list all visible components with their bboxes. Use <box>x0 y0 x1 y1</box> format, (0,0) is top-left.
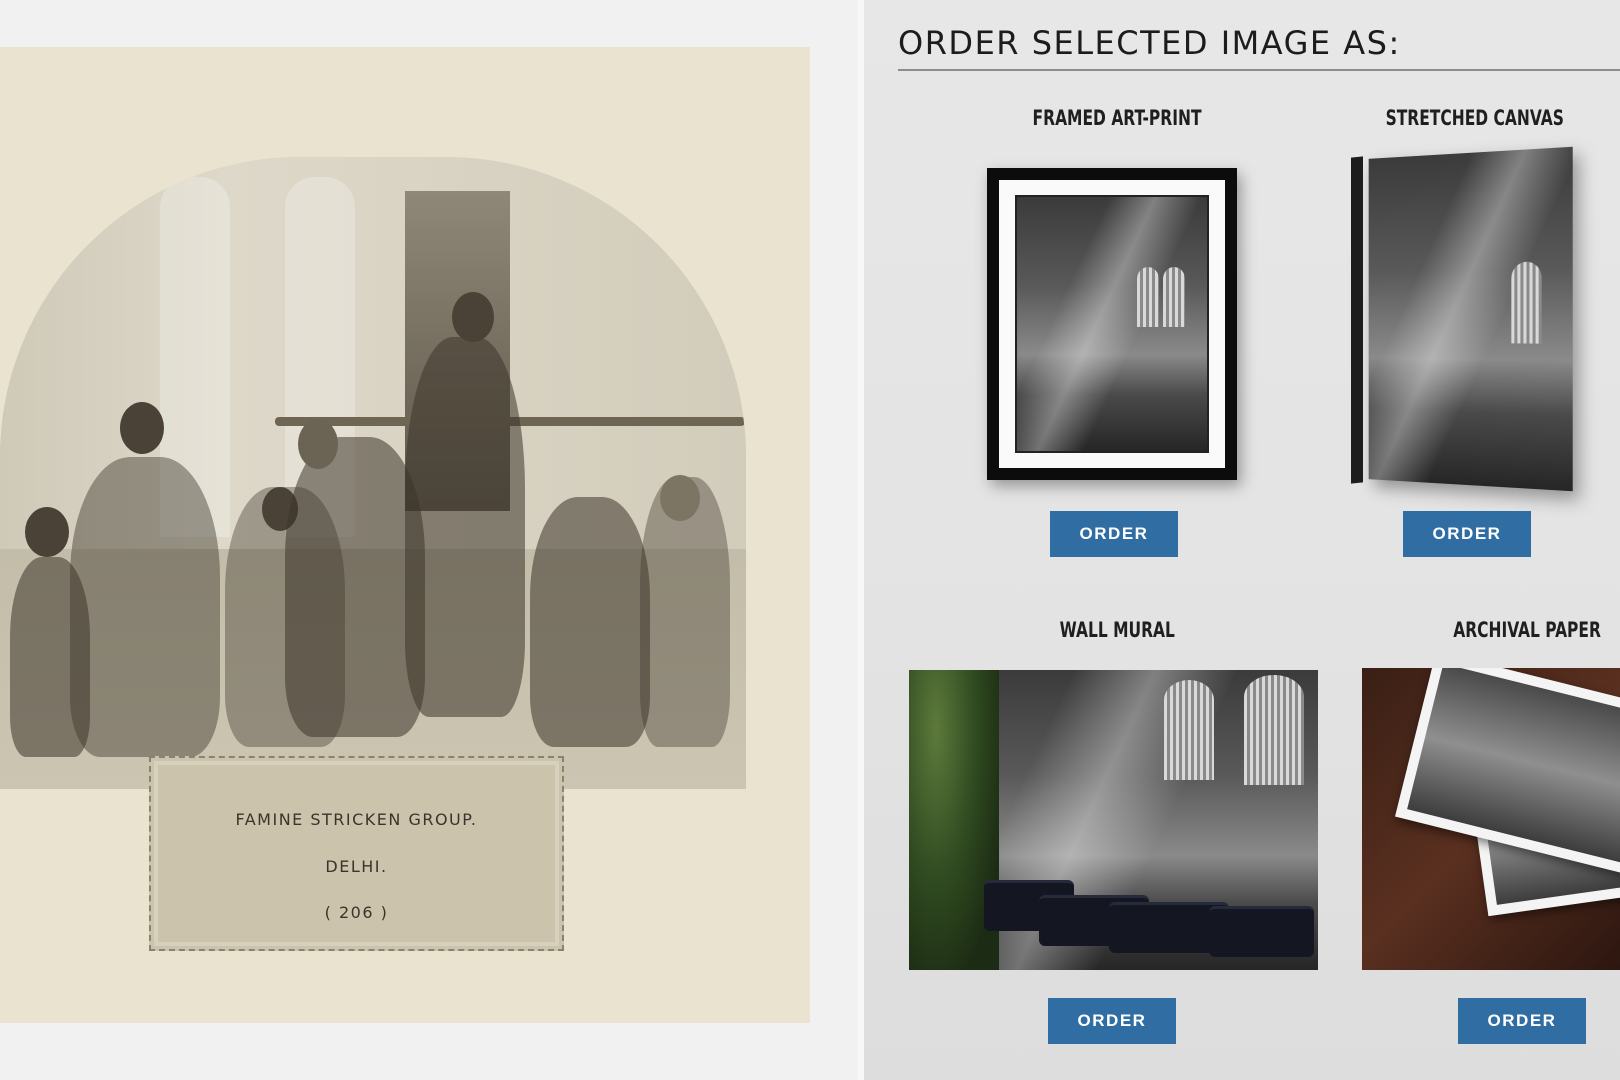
wall-mural-preview[interactable] <box>909 670 1318 970</box>
order-button-stretched-canvas[interactable]: ORDER <box>1403 511 1531 557</box>
photo-figure <box>285 437 425 737</box>
order-options-panel: ORDER SELECTED IMAGE AS: FRAMED ART-PRIN… <box>864 0 1620 1080</box>
photo-figure <box>405 337 525 717</box>
photo-figure-head <box>452 292 494 342</box>
album-page: FAMINE STRICKEN GROUP. DELHI. ( 206 ) <box>0 47 810 1023</box>
product-title-framed-art-print: FRAMED ART-PRINT <box>1032 106 1202 130</box>
order-button-wall-mural[interactable]: ORDER <box>1048 998 1176 1044</box>
station-window <box>1511 261 1542 344</box>
station-window <box>1164 680 1214 780</box>
canvas-edge <box>1351 156 1363 484</box>
photo-caption-card: FAMINE STRICKEN GROUP. DELHI. ( 206 ) <box>149 756 564 951</box>
stretched-canvas-preview[interactable] <box>1368 146 1573 492</box>
archival-paper-preview[interactable] <box>1362 668 1620 970</box>
photo-figure-head <box>298 419 338 469</box>
caption-number: ( 206 ) <box>324 903 389 922</box>
mural-sofa <box>1209 906 1314 957</box>
framed-art-print-preview[interactable] <box>987 168 1237 480</box>
station-window <box>1163 267 1185 327</box>
order-button-archival-paper[interactable]: ORDER <box>1458 998 1586 1044</box>
caption-place: DELHI. <box>325 857 388 876</box>
photo-figure-head <box>25 507 69 557</box>
heading-rule <box>898 69 1620 71</box>
selected-image-panel: FAMINE STRICKEN GROUP. DELHI. ( 206 ) <box>0 0 858 1080</box>
product-title-archival-paper: ARCHIVAL PAPER <box>1453 618 1601 642</box>
photo-figure <box>70 457 220 757</box>
framed-print-image <box>1015 195 1209 453</box>
order-button-framed-art-print[interactable]: ORDER <box>1050 511 1178 557</box>
selected-photograph[interactable] <box>0 157 746 789</box>
caption-title: FAMINE STRICKEN GROUP. <box>235 810 478 829</box>
photo-figure-head <box>120 402 164 454</box>
product-title-stretched-canvas: STRETCHED CANVAS <box>1385 106 1564 130</box>
station-window <box>1137 267 1159 327</box>
photo-figure <box>530 497 650 747</box>
station-window <box>1244 675 1304 785</box>
product-title-wall-mural: WALL MURAL <box>1059 618 1175 642</box>
photo-figure-head <box>660 475 700 521</box>
order-heading: ORDER SELECTED IMAGE AS: <box>898 24 1401 62</box>
paper-sheet <box>1395 668 1620 875</box>
